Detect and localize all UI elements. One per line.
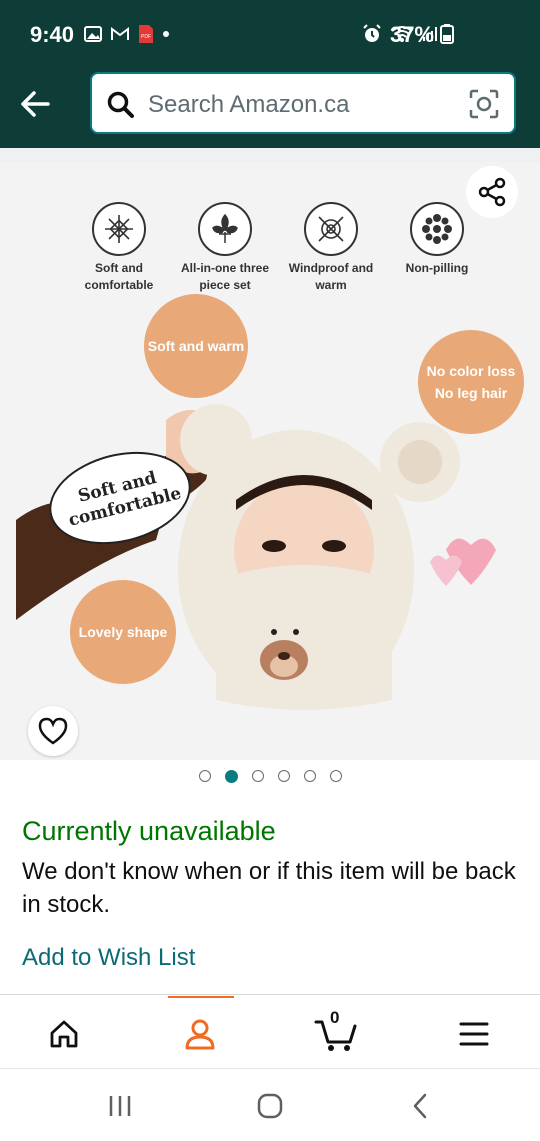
- dot-icon: [163, 31, 169, 37]
- nav-cart[interactable]: 0: [306, 1008, 366, 1056]
- feature-three-piece: All-in-one three piece set: [180, 202, 270, 294]
- heart-icon: [38, 717, 68, 745]
- recent-apps-icon: [109, 1096, 131, 1116]
- product-image[interactable]: Soft and comfortable All-in-one three pi…: [0, 162, 540, 760]
- cart-count: 0: [330, 1008, 340, 1027]
- availability-message: We don't know when or if this item will …: [22, 858, 516, 918]
- chevron-left-icon: [413, 1093, 427, 1119]
- page-strip: [0, 148, 540, 162]
- feature-label: Non-pilling: [405, 261, 469, 275]
- camera-scan-icon[interactable]: [468, 88, 500, 120]
- search-input[interactable]: Search Amazon.ca: [90, 72, 516, 134]
- account-icon: [185, 1019, 215, 1050]
- wishlist-heart-button[interactable]: [28, 706, 78, 756]
- windproof-icon: [318, 216, 344, 242]
- feature-label: Soft and comfortable: [84, 261, 154, 292]
- badge-lovely-shape: Lovely shape: [70, 580, 176, 684]
- feature-label: Windproof and warm: [288, 261, 374, 292]
- status-time: 9:40: [30, 22, 75, 47]
- nav-home[interactable]: [34, 1012, 94, 1056]
- system-nav-bar: [0, 1068, 540, 1141]
- battery-icon: [440, 24, 454, 44]
- availability-section: Currently unavailable We don't know when…: [22, 816, 522, 921]
- app-header: Search Amazon.ca: [0, 62, 540, 148]
- back-arrow-icon: [21, 91, 50, 117]
- nav-divider: [0, 994, 540, 995]
- svg-text:PDF: PDF: [141, 34, 151, 40]
- menu-icon: [459, 1022, 489, 1046]
- badge-line-2: No leg hair: [434, 385, 508, 401]
- home-system-button[interactable]: [250, 1089, 290, 1123]
- badge-soft-warm: Soft and warm: [144, 294, 248, 398]
- carousel-dot[interactable]: [198, 770, 211, 782]
- flower-icon: [422, 214, 452, 244]
- status-bar: 9:40 PDF 37%: [0, 0, 540, 62]
- nav-menu[interactable]: [444, 1012, 504, 1056]
- fleur-de-lis-icon: [212, 213, 238, 243]
- carousel-dot[interactable]: [277, 770, 290, 782]
- battery-percent: 37%: [389, 22, 434, 47]
- gmail-icon: [111, 27, 129, 40]
- availability-status: Currently unavailable: [22, 816, 276, 846]
- carousel-dot-active[interactable]: [224, 770, 238, 783]
- bubble-text: Soft and comfortable: [66, 467, 184, 531]
- feature-soft-comfortable: Soft and comfortable: [74, 202, 164, 294]
- back-system-button[interactable]: [400, 1089, 440, 1123]
- pdf-icon: PDF: [139, 25, 153, 43]
- add-to-wishlist-link[interactable]: Add to Wish List: [22, 944, 195, 972]
- notification-icons: PDF: [84, 24, 170, 44]
- carousel-dots: [0, 770, 540, 790]
- search-placeholder: Search Amazon.ca: [148, 91, 350, 118]
- bottom-nav: 0: [0, 998, 540, 1068]
- recent-apps-button[interactable]: [100, 1089, 140, 1123]
- feature-label: All-in-one three piece set: [180, 261, 269, 292]
- snowflake-icon: [105, 215, 133, 243]
- back-button[interactable]: [16, 84, 56, 124]
- gallery-icon: [84, 26, 102, 42]
- feature-non-pilling: Non-pilling: [392, 202, 482, 277]
- carousel-dot[interactable]: [251, 770, 264, 782]
- carousel-dot[interactable]: [329, 770, 342, 782]
- carousel-dot[interactable]: [303, 770, 316, 782]
- alarm-icon: [363, 24, 381, 42]
- feature-icons: Soft and comfortable All-in-one three pi…: [80, 202, 480, 302]
- home-circle-icon: [257, 1093, 283, 1119]
- feature-windproof: Windproof and warm: [286, 202, 376, 294]
- home-icon: [50, 1020, 78, 1048]
- nav-account[interactable]: [170, 1012, 230, 1056]
- badge-line-1: No color loss: [426, 363, 516, 379]
- search-icon: [107, 91, 134, 118]
